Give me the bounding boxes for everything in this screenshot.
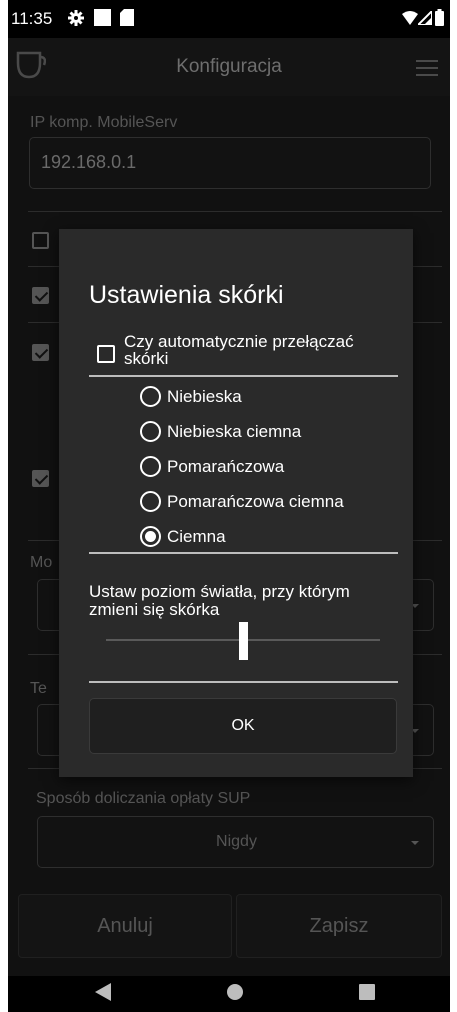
- radio-label: Niebieska ciemna: [167, 422, 302, 441]
- home-icon[interactable]: [227, 984, 243, 1005]
- auto-switch-checkbox[interactable]: [97, 345, 115, 363]
- dropdown-arrow-icon: [411, 841, 419, 845]
- ok-button[interactable]: OK: [89, 698, 397, 754]
- ip-input-value: 192.168.0.1: [41, 152, 137, 172]
- ip-input[interactable]: 192.168.0.1: [29, 137, 431, 189]
- radio-label: Niebieska: [167, 387, 242, 406]
- navigation-bar: [8, 976, 450, 1012]
- radio-label: Pomarańczowa: [167, 457, 285, 476]
- status-time: 11:35: [11, 9, 53, 28]
- sup-label: Sposób doliczania opłaty SUP: [36, 790, 251, 807]
- light-level-slider-thumb[interactable]: [239, 622, 248, 660]
- cancel-button[interactable]: Anuluj: [18, 894, 232, 958]
- app-title: Konfiguracja: [176, 56, 282, 77]
- radio-button[interactable]: [140, 386, 161, 407]
- bg-checkbox-2[interactable]: [32, 287, 49, 304]
- sup-dropdown-value: Nigdy: [216, 833, 257, 850]
- divider: [89, 552, 398, 554]
- sd-card-icon: [120, 9, 134, 31]
- signal-icon: [415, 8, 433, 30]
- ip-label: IP komp. MobileServ: [30, 114, 178, 131]
- partial-label-2: Te: [30, 680, 47, 697]
- wifi-icon: [402, 11, 418, 30]
- phone-screen: 11:35 Konfiguracja IP komp. MobileServ 1…: [8, 0, 450, 1012]
- divider: [28, 211, 442, 212]
- radio-button[interactable]: [140, 456, 161, 477]
- app-bar: Konfiguracja: [8, 38, 450, 96]
- partial-label-1: Mo: [30, 554, 53, 571]
- bg-checkbox-1[interactable]: [32, 232, 49, 249]
- recents-icon[interactable]: [359, 984, 375, 1005]
- divider: [89, 375, 398, 377]
- square-icon: [94, 9, 111, 31]
- skin-settings-dialog: Ustawienia skórki Czy automatycznie prze…: [59, 229, 413, 777]
- radio-button[interactable]: [140, 421, 161, 442]
- bg-checkbox-3[interactable]: [32, 344, 49, 361]
- back-icon[interactable]: [95, 983, 111, 1006]
- battery-icon: [435, 9, 444, 31]
- light-level-label: Ustaw poziom światła, przy którym zmieni…: [89, 582, 350, 619]
- gear-icon: [68, 10, 84, 31]
- sup-dropdown[interactable]: Nigdy: [37, 816, 434, 868]
- bg-checkbox-4[interactable]: [32, 470, 49, 487]
- auto-switch-label[interactable]: Czy automatycznie przełączać skórki: [124, 333, 394, 367]
- radio-label: Ciemna: [167, 527, 226, 546]
- radio-label: Pomarańczowa ciemna: [167, 492, 344, 511]
- save-button[interactable]: Zapisz: [236, 894, 442, 958]
- hamburger-menu-icon[interactable]: [416, 60, 438, 81]
- radio-button-selected[interactable]: [140, 526, 161, 547]
- status-bar: 11:35: [8, 0, 450, 38]
- radio-button[interactable]: [140, 491, 161, 512]
- divider: [89, 681, 398, 683]
- dialog-title: Ustawienia skórki: [89, 281, 284, 309]
